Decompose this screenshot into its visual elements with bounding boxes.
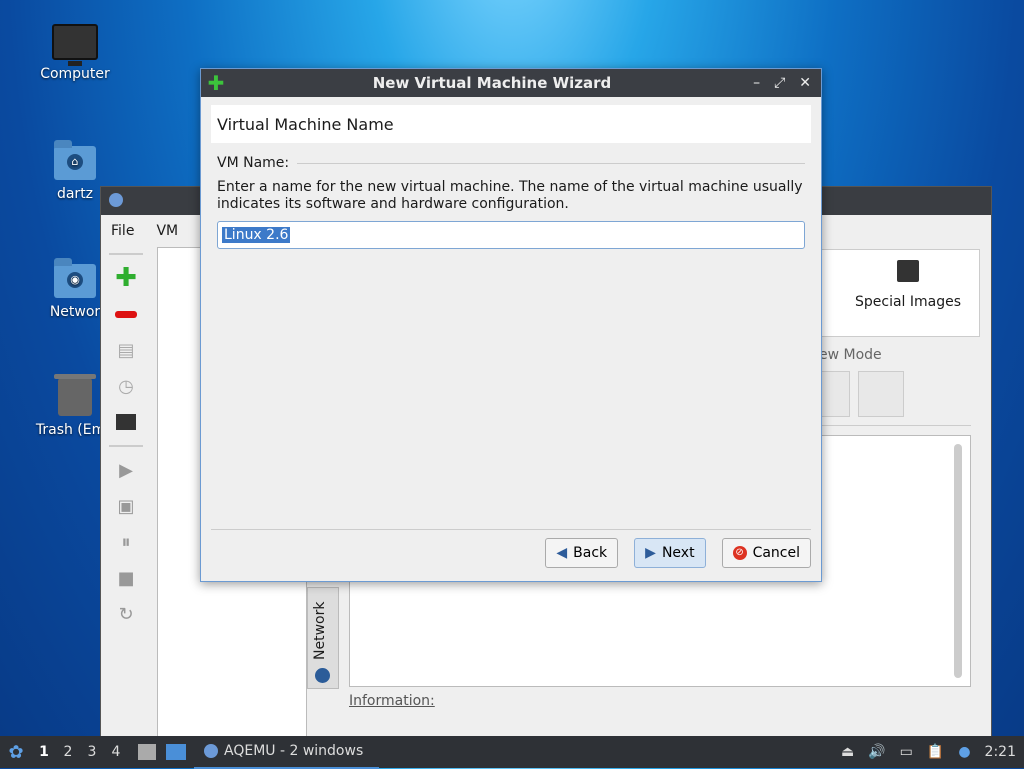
dialog-title: New Virtual Machine Wizard xyxy=(372,74,612,92)
home-folder-icon: ⌂ xyxy=(54,140,96,180)
remove-vm-icon[interactable] xyxy=(113,301,139,327)
desktop-icon-label: Computer xyxy=(40,66,110,82)
tab-network[interactable]: Network xyxy=(307,587,339,689)
workspace-2[interactable]: 2 xyxy=(56,744,80,760)
vertical-scrollbar[interactable] xyxy=(954,444,962,678)
button-divider xyxy=(211,529,811,530)
task-label: AQEMU - 2 windows xyxy=(224,743,364,759)
stop-icon[interactable]: ■ xyxy=(113,565,139,591)
vm-name-value[interactable]: Linux 2.6 xyxy=(222,227,291,243)
tab-network-label: Network xyxy=(312,601,328,660)
terminal-icon[interactable] xyxy=(113,409,139,435)
trash-icon xyxy=(54,374,96,416)
cancel-button[interactable]: ⊘ Cancel xyxy=(721,538,811,568)
next-button[interactable]: ▶ Next xyxy=(634,538,706,568)
plus-icon: ✚ xyxy=(207,71,225,95)
toolbar-separator xyxy=(109,253,143,255)
vm-name-description: Enter a name for the new virtual machine… xyxy=(217,179,803,212)
network-status-icon[interactable]: ▭ xyxy=(900,744,913,760)
menu-vm[interactable]: VM xyxy=(156,223,178,239)
back-arrow-icon: ◀ xyxy=(556,545,568,561)
taskbar: ✿ 1 2 3 4 AQEMU - 2 windows ⏏ 🔊 ▭ 📋 ● 2:… xyxy=(0,735,1024,769)
vm-name-field[interactable]: Linux 2.6 xyxy=(217,221,805,249)
view-mode-label: ew Mode xyxy=(819,347,882,363)
new-vm-wizard-dialog: ✚ New Virtual Machine Wizard – ⤢ ✕ Virtu… xyxy=(200,68,822,582)
view-mode-icons-button[interactable] xyxy=(819,371,850,417)
cancel-button-label: Cancel xyxy=(752,545,800,561)
back-button[interactable]: ◀ Back xyxy=(545,538,619,568)
add-vm-icon[interactable]: ✚ xyxy=(113,263,139,293)
close-button[interactable]: ✕ xyxy=(799,75,811,91)
clock[interactable]: 2:21 xyxy=(985,744,1016,760)
vm-name-group: VM Name: xyxy=(217,155,805,171)
start-menu-icon[interactable]: ✿ xyxy=(0,742,32,763)
clipboard-icon[interactable]: 📋 xyxy=(927,744,944,760)
volume-icon[interactable]: 🔊 xyxy=(868,744,885,760)
wizard-buttons: ◀ Back ▶ Next ⊘ Cancel xyxy=(545,538,811,568)
save-icon[interactable]: ▣ xyxy=(113,493,139,519)
system-tray: ⏏ 🔊 ▭ 📋 ● 2:21 xyxy=(841,736,1024,768)
workspace-3[interactable]: 3 xyxy=(80,744,104,760)
special-images-panel[interactable]: Special Images xyxy=(819,249,980,337)
eject-icon[interactable]: ⏏ xyxy=(841,744,854,760)
minimize-button[interactable]: – xyxy=(753,75,760,91)
information-label: Information: xyxy=(349,693,435,709)
next-button-label: Next xyxy=(661,545,695,561)
desktop-icon[interactable] xyxy=(166,744,186,760)
wizard-page-header: Virtual Machine Name xyxy=(211,105,811,143)
chip-icon xyxy=(897,260,919,282)
toolbar-separator xyxy=(109,445,143,447)
workspace-1[interactable]: 1 xyxy=(32,744,56,760)
notification-icon[interactable]: ● xyxy=(958,744,970,760)
group-divider xyxy=(297,162,805,164)
vertical-toolbar: ✚ ▤ ◷ ▶ ▣ ⏸ ■ ↻ xyxy=(109,249,143,637)
view-mode-list-button[interactable] xyxy=(858,371,904,417)
reset-icon[interactable]: ↻ xyxy=(113,601,139,627)
special-images-label: Special Images xyxy=(855,294,962,310)
wizard-page-title: Virtual Machine Name xyxy=(217,114,394,134)
dialog-titlebar[interactable]: ✚ New Virtual Machine Wizard – ⤢ ✕ xyxy=(201,69,821,97)
aqemu-icon xyxy=(204,744,218,758)
computer-icon xyxy=(52,24,98,66)
cancel-icon: ⊘ xyxy=(732,546,747,560)
desktop-icon-computer[interactable]: Computer xyxy=(27,24,123,82)
pause-icon[interactable]: ⏸ xyxy=(113,529,139,555)
clock-icon[interactable]: ◷ xyxy=(113,373,139,399)
back-button-label: Back xyxy=(573,545,608,561)
maximize-button[interactable]: ⤢ xyxy=(774,75,785,91)
menu-file[interactable]: File xyxy=(111,223,134,239)
aqemu-icon xyxy=(109,193,123,207)
group-label: VM Name: xyxy=(217,155,290,171)
next-arrow-icon: ▶ xyxy=(645,545,656,561)
network-icon xyxy=(315,668,330,683)
disk-icon[interactable]: ▤ xyxy=(113,337,139,363)
workspace-4[interactable]: 4 xyxy=(104,744,128,760)
file-manager-icon[interactable] xyxy=(138,744,156,760)
network-folder-icon: ◉ xyxy=(54,258,96,298)
taskbar-task-aqemu[interactable]: AQEMU - 2 windows xyxy=(194,735,380,769)
play-icon[interactable]: ▶ xyxy=(113,457,139,483)
view-mode-divider xyxy=(819,425,971,426)
